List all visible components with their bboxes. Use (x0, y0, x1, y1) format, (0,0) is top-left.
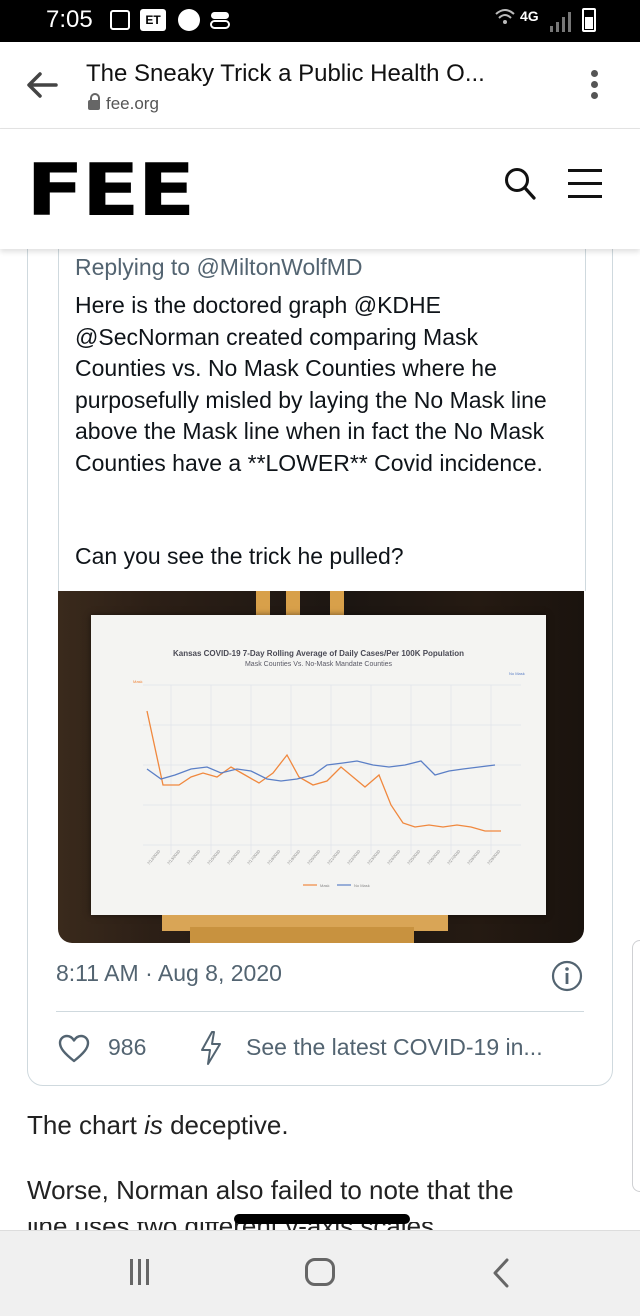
svg-text:7/24/2020: 7/24/2020 (386, 848, 402, 865)
svg-text:7/25/2020: 7/25/2020 (406, 848, 422, 865)
left-axis-label: Mask (133, 679, 143, 684)
svg-text:7/28/2020: 7/28/2020 (466, 848, 482, 865)
status-bar: 7:05 ET 4G (0, 0, 640, 42)
like-count[interactable]: 986 (108, 1034, 146, 1061)
system-nav-bar (0, 1230, 640, 1316)
toggle-icon (210, 12, 230, 29)
network-type: 4G (520, 8, 539, 24)
signal-icon (550, 12, 571, 32)
series-line-no-mask (146, 760, 496, 782)
svg-text:7/16/2020: 7/16/2020 (226, 848, 242, 865)
svg-text:7/26/2020: 7/26/2020 (426, 848, 442, 865)
home-icon[interactable] (305, 1258, 335, 1286)
heart-icon[interactable] (58, 1034, 90, 1064)
svg-text:7/22/2020: 7/22/2020 (346, 848, 362, 865)
gesture-handle[interactable] (234, 1214, 410, 1224)
right-axis-label: No Mask (509, 671, 525, 676)
svg-text:7/12/2020: 7/12/2020 (146, 848, 162, 865)
svg-text:7/20/2020: 7/20/2020 (306, 848, 322, 865)
edge-panel-handle[interactable] (632, 940, 640, 1192)
chart-title: Kansas COVID-19 7-Day Rolling Average of… (172, 649, 465, 658)
tweet-text: Here is the doctored graph @KDHE @SecNor… (75, 292, 547, 476)
hamburger-menu-icon[interactable] (568, 169, 602, 199)
article-paragraph: Worse, Norman also failed to note that t… (27, 1175, 514, 1205)
lightning-icon (201, 1031, 221, 1065)
back-arrow-icon[interactable] (26, 70, 58, 100)
svg-text:7/17/2020: 7/17/2020 (246, 848, 262, 865)
legend-no-mask: No Mask (354, 883, 370, 888)
page-title[interactable]: The Sneaky Trick a Public Health O... (86, 60, 485, 88)
chart-board: 7/12/2020 7/13/2020 7/14/2020 7/15/2020 7/16… (91, 615, 546, 915)
browser-toolbar: The Sneaky Trick a Public Health O... fe… (0, 42, 640, 129)
chart-graphic: 7/12/2020 7/13/2020 7/14/2020 7/15/2020 7/16… (133, 671, 525, 888)
lock-icon (88, 93, 100, 110)
site-logo[interactable]: FEE (26, 149, 195, 231)
url-display[interactable]: fee.org (88, 93, 159, 114)
chart-subtitle: Mask Counties Vs. No-Mask Mandate Counti… (244, 661, 393, 668)
svg-text:7/15/2020: 7/15/2020 (206, 848, 222, 865)
svg-text:7/18/2020: 7/18/2020 (266, 848, 282, 865)
et-icon: ET (140, 9, 166, 31)
svg-text:7/19/2020: 7/19/2020 (286, 848, 302, 865)
back-icon[interactable] (490, 1257, 512, 1289)
svg-text:7/27/2020: 7/27/2020 (446, 848, 462, 865)
status-time: 7:05 (46, 6, 93, 33)
calendar-icon (110, 10, 130, 30)
svg-text:7/14/2020: 7/14/2020 (186, 848, 202, 865)
covid-info-link[interactable]: See the latest COVID-19 in... (246, 1034, 543, 1061)
site-header: FEE (0, 129, 640, 249)
messenger-icon (178, 9, 200, 31)
easel-base (190, 927, 414, 943)
info-icon[interactable] (551, 960, 583, 992)
svg-text:7/23/2020: 7/23/2020 (366, 848, 382, 865)
tweet-question: Can you see the trick he pulled? (75, 543, 404, 569)
replying-to[interactable]: Replying to @MiltonWolfMD (75, 254, 363, 281)
svg-text:7/29/2020: 7/29/2020 (486, 848, 502, 865)
search-icon[interactable] (504, 167, 536, 201)
battery-icon (582, 8, 596, 32)
tweet-photo[interactable]: 7/12/2020 7/13/2020 7/14/2020 7/15/2020 7/16… (58, 591, 584, 943)
url-text: fee.org (106, 94, 159, 113)
recent-apps-icon[interactable] (130, 1259, 154, 1285)
article-paragraph: The chart is deceptive. (27, 1110, 289, 1140)
tweet-divider (56, 1011, 584, 1012)
overflow-menu-icon[interactable] (588, 70, 600, 104)
legend-mask: Mask (320, 883, 330, 888)
tweet-timestamp[interactable]: 8:11 AM · Aug 8, 2020 (56, 960, 282, 987)
wifi-icon (495, 9, 515, 24)
svg-text:7/21/2020: 7/21/2020 (326, 848, 342, 865)
svg-text:7/13/2020: 7/13/2020 (166, 848, 182, 865)
